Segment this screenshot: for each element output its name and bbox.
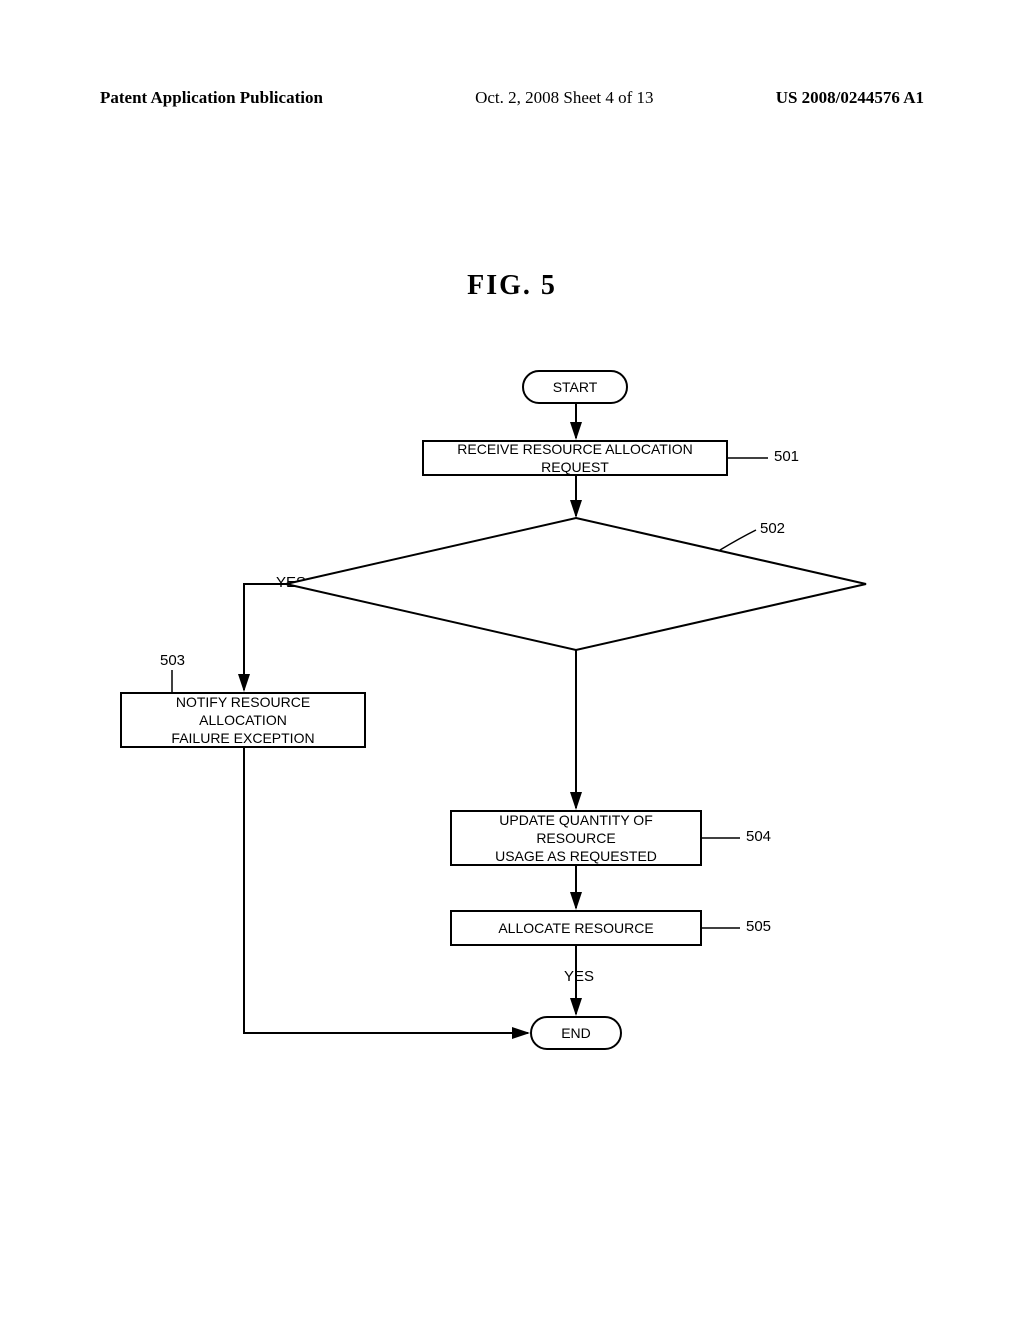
step-501: RECEIVE RESOURCE ALLOCATION REQUEST xyxy=(422,440,728,476)
end-terminator: END xyxy=(530,1016,622,1050)
header-left: Patent Application Publication xyxy=(100,88,323,108)
step-503: NOTIFY RESOURCE ALLOCATION FAILURE EXCEP… xyxy=(120,692,366,748)
step-504: UPDATE QUANTITY OF RESOURCE USAGE AS REQ… xyxy=(450,810,702,866)
header-right: US 2008/0244576 A1 xyxy=(776,88,924,108)
step-501-text: RECEIVE RESOURCE ALLOCATION REQUEST xyxy=(434,440,716,476)
yes-left-label: YES xyxy=(276,574,306,591)
ref-502: 502 xyxy=(760,520,785,537)
start-terminator: START xyxy=(522,370,628,404)
ref-501: 501 xyxy=(774,448,799,465)
figure-title: FIG. 5 xyxy=(0,270,1024,302)
decision-502-text: ( REQUESTED QUANTITY OF RESOURCE USAGE +… xyxy=(360,548,796,629)
step-504-text: UPDATE QUANTITY OF RESOURCE USAGE AS REQ… xyxy=(462,811,690,866)
start-label: START xyxy=(553,378,598,396)
page-header: Patent Application Publication Oct. 2, 2… xyxy=(100,88,924,108)
header-center: Oct. 2, 2008 Sheet 4 of 13 xyxy=(445,88,653,108)
yes-bottom-label: YES xyxy=(564,968,594,985)
ref-503: 503 xyxy=(160,652,185,669)
ref-504: 504 xyxy=(746,828,771,845)
step-505: ALLOCATE RESOURCE xyxy=(450,910,702,946)
step-503-text: NOTIFY RESOURCE ALLOCATION FAILURE EXCEP… xyxy=(132,693,354,748)
flowchart: START RECEIVE RESOURCE ALLOCATION REQUES… xyxy=(100,370,924,1090)
end-label: END xyxy=(561,1024,591,1042)
ref-505: 505 xyxy=(746,918,771,935)
step-505-text: ALLOCATE RESOURCE xyxy=(498,919,653,937)
